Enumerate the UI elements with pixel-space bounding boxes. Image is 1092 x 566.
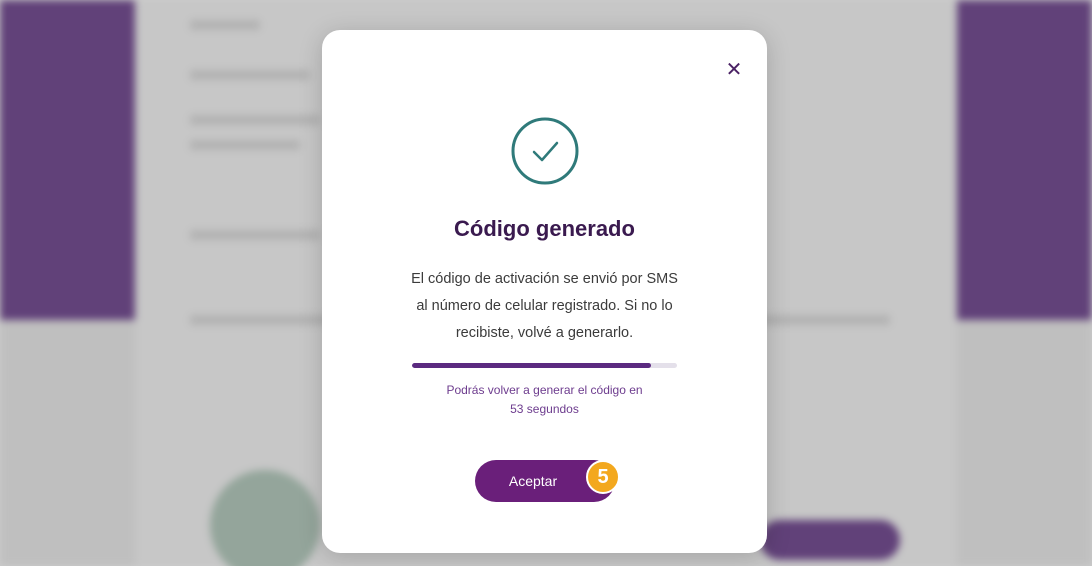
- countdown-progress-bar: [412, 363, 677, 368]
- check-circle-icon: [511, 117, 579, 185]
- dialog-message-line: al número de celular registrado. Si no l…: [416, 298, 673, 314]
- resend-timer-line: Podrás volver a generar el código en: [446, 383, 643, 397]
- code-generated-dialog: ✕ Código generado El código de activació…: [322, 30, 767, 553]
- dialog-message: El código de activación se envió por SMS…: [374, 266, 715, 347]
- close-icon[interactable]: ✕: [723, 57, 745, 81]
- dialog-title: Código generado: [454, 216, 635, 241]
- dialog-message-line: El código de activación se envió por SMS: [411, 271, 678, 287]
- countdown-progress-fill: [412, 363, 651, 368]
- step-number-badge: 5: [586, 460, 620, 494]
- dialog-message-line: recibiste, volvé a generarlo.: [455, 325, 634, 341]
- resend-timer-seconds: 53 segundos: [510, 402, 579, 416]
- resend-timer-text: Podrás volver a generar el código en 53 …: [412, 381, 677, 419]
- accept-button-label: Aceptar: [508, 473, 558, 489]
